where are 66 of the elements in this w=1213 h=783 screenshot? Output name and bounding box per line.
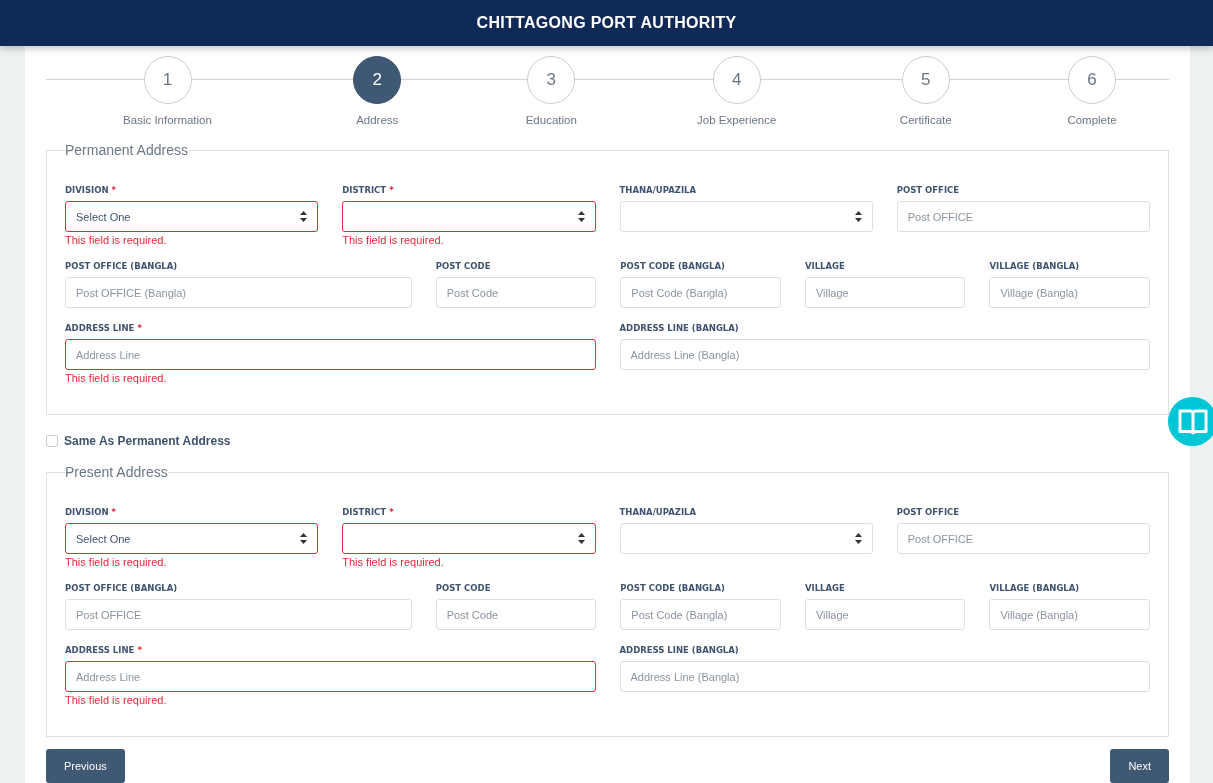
checkbox-label: Same As Permanent Address <box>64 434 231 448</box>
field-label: DISTRICT <box>342 507 387 517</box>
error-message: This field is required. <box>65 694 168 706</box>
input-field[interactable]: Address Line <box>65 661 596 692</box>
error-message: This field is required. <box>65 234 168 246</box>
field-label: VILLAGE (BANGLA) <box>989 261 1080 271</box>
step-circle[interactable]: 1 <box>143 56 192 104</box>
step-label: Job Experience <box>697 114 777 126</box>
field-label: POST CODE (BANGLA) <box>620 261 725 271</box>
error-message: This field is required. <box>65 556 168 568</box>
section-title: Present Address <box>65 464 168 480</box>
field-label: ADDRESS LINE <box>65 323 135 333</box>
step-label: Certificate <box>899 114 952 126</box>
sort-arrows-icon <box>577 533 585 544</box>
error-message: This field is required. <box>65 372 168 384</box>
sort-arrows-icon <box>300 533 308 544</box>
step-circle[interactable]: 2 <box>353 56 402 104</box>
select-field[interactable]: Select One <box>65 523 319 554</box>
required-mark: * <box>111 507 117 517</box>
select-field[interactable]: Select One <box>65 201 319 232</box>
field-label: POST OFFICE (BANGLA) <box>65 583 178 593</box>
step-circle[interactable]: 5 <box>901 56 950 104</box>
field-label: DISTRICT <box>342 185 387 195</box>
section-title: Permanent Address <box>65 142 188 158</box>
select-field[interactable] <box>342 201 596 232</box>
field-label: POST OFFICE <box>896 507 960 517</box>
field-label: ADDRESS LINE <box>65 645 135 655</box>
sort-arrows-icon <box>854 533 862 544</box>
field-label: ADDRESS LINE (BANGLA) <box>619 323 739 333</box>
field-label: VILLAGE <box>804 583 845 593</box>
field-label: POST CODE <box>435 261 491 271</box>
sort-arrows-icon <box>577 211 585 222</box>
step-label: Complete <box>1067 114 1117 126</box>
step-circle[interactable]: 6 <box>1068 56 1116 104</box>
field-label: POST OFFICE (BANGLA) <box>65 261 178 271</box>
sort-arrows-icon <box>854 211 862 222</box>
field-label: POST OFFICE <box>896 185 960 195</box>
field-label: THANA/UPAZILA <box>619 185 697 195</box>
field-label: VILLAGE (BANGLA) <box>989 583 1080 593</box>
checkbox[interactable] <box>46 435 58 447</box>
required-mark: * <box>137 645 142 655</box>
field-label: POST CODE <box>435 583 491 593</box>
select-field[interactable] <box>342 523 596 554</box>
step-circle[interactable]: 4 <box>712 56 761 104</box>
step-label: Address <box>356 114 399 126</box>
error-message: This field is required. <box>342 234 445 246</box>
field-label: ADDRESS LINE (BANGLA) <box>619 645 739 655</box>
field-label: DIVISION <box>65 507 109 517</box>
required-mark: * <box>389 507 394 517</box>
step-label: Basic Information <box>123 114 212 126</box>
input-field[interactable]: Address Line <box>65 339 596 370</box>
error-message: This field is required. <box>342 556 445 568</box>
field-label: POST CODE (BANGLA) <box>620 583 725 593</box>
field-label: DIVISION <box>65 185 109 195</box>
book-icon <box>1177 407 1208 436</box>
step-circle[interactable]: 3 <box>527 56 576 104</box>
next-button[interactable]: Next <box>1110 749 1169 783</box>
field-label: VILLAGE <box>804 261 845 271</box>
previous-button[interactable]: Previous <box>46 749 125 783</box>
page-title: CHITTAGONG PORT AUTHORITY <box>476 14 737 32</box>
required-mark: * <box>389 185 394 195</box>
step-label: Education <box>525 114 577 126</box>
required-mark: * <box>111 185 117 195</box>
required-mark: * <box>137 323 142 333</box>
sort-arrows-icon <box>300 211 308 222</box>
field-label: THANA/UPAZILA <box>619 507 697 517</box>
